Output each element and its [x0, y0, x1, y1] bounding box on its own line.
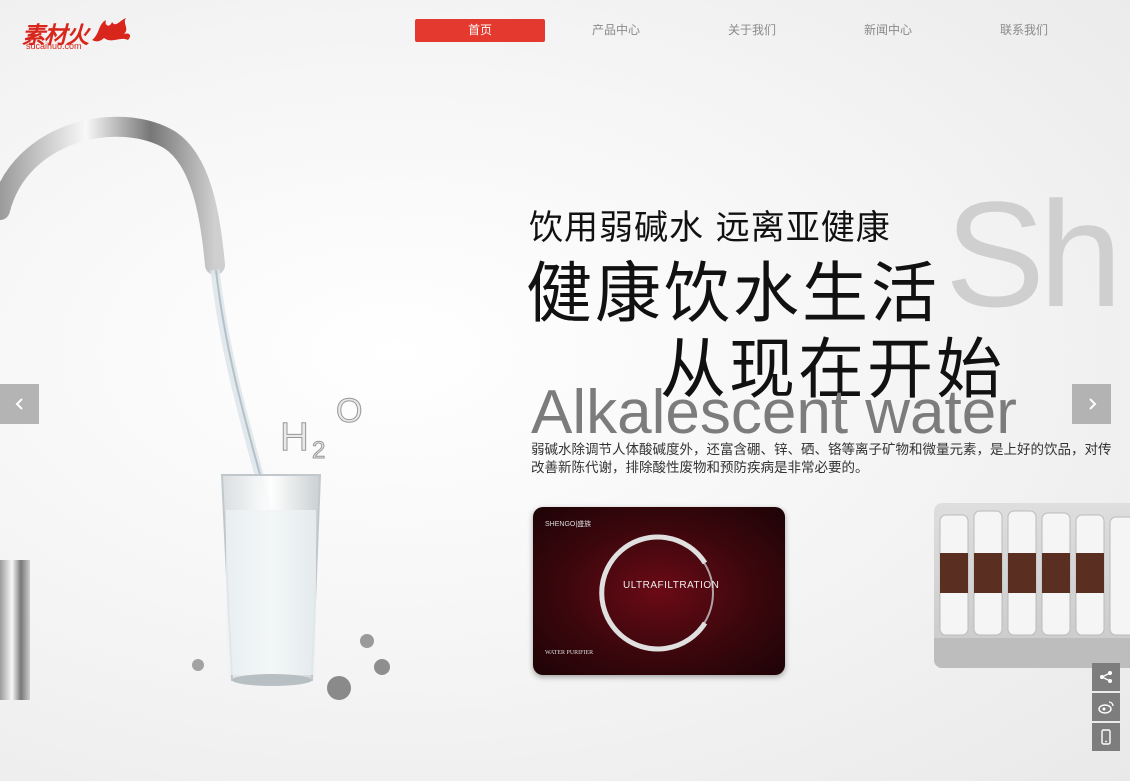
nav-item-products[interactable]: 产品中心 — [551, 19, 681, 42]
share-button[interactable] — [1092, 663, 1120, 691]
hero-description-line-2: 改善新陈代谢，排除酸性废物和预防疾病是非常必要的。 — [531, 460, 869, 476]
side-toolbar — [1092, 663, 1120, 753]
hero-description: 弱碱水除调节人体酸碱度外，还富含硼、锌、硒、铬等离子矿物和微量元素，是上好的饮品… — [531, 441, 1130, 477]
ring-graphic — [599, 534, 714, 652]
mobile-icon — [1101, 729, 1111, 745]
logo-domain: sucaihuo.com — [26, 41, 82, 51]
slider-prev-button[interactable] — [0, 384, 39, 424]
site-logo[interactable]: 素材火 sucaihuo.com — [20, 12, 135, 54]
flame-icon — [92, 18, 131, 42]
purifier-center-label: ULTRAFILTRATION — [623, 580, 720, 591]
hero-english-title: Alkalescent water — [531, 378, 1017, 447]
purifier-footer-label: WATER PURIFIER — [545, 650, 594, 656]
mobile-button[interactable] — [1092, 723, 1120, 751]
nav-item-contact[interactable]: 联系我们 — [959, 19, 1089, 42]
nav-item-news[interactable]: 新闻中心 — [823, 19, 953, 42]
slider-next-button[interactable] — [1072, 384, 1111, 424]
faucet-illustration: H 2 O — [0, 116, 390, 700]
hero-description-line-1: 弱碱水除调节人体酸碱度外，还富含硼、锌、硒、铬等离子矿物和微量元素，是上好的饮品… — [531, 442, 1112, 458]
svg-text:2: 2 — [312, 437, 325, 464]
chevron-left-icon — [15, 398, 23, 410]
svg-text:O: O — [336, 392, 362, 430]
product-image-purifier: SHENGO|盛族 ULTRAFILTRATION WATER PURIFIER — [533, 507, 785, 675]
nav-item-home[interactable]: 首页 — [415, 19, 545, 42]
weibo-button[interactable] — [1092, 693, 1120, 721]
share-icon — [1100, 671, 1112, 683]
purifier-brand: SHENGO|盛族 — [545, 521, 592, 528]
h2o-label: H — [280, 415, 309, 459]
product-image-filters — [934, 503, 1130, 668]
nav-item-about[interactable]: 关于我们 — [687, 19, 817, 42]
main-nav: 首页 产品中心 关于我们 新闻中心 联系我们 — [415, 19, 1095, 42]
weibo-icon — [1098, 701, 1114, 714]
chevron-right-icon — [1088, 398, 1096, 410]
